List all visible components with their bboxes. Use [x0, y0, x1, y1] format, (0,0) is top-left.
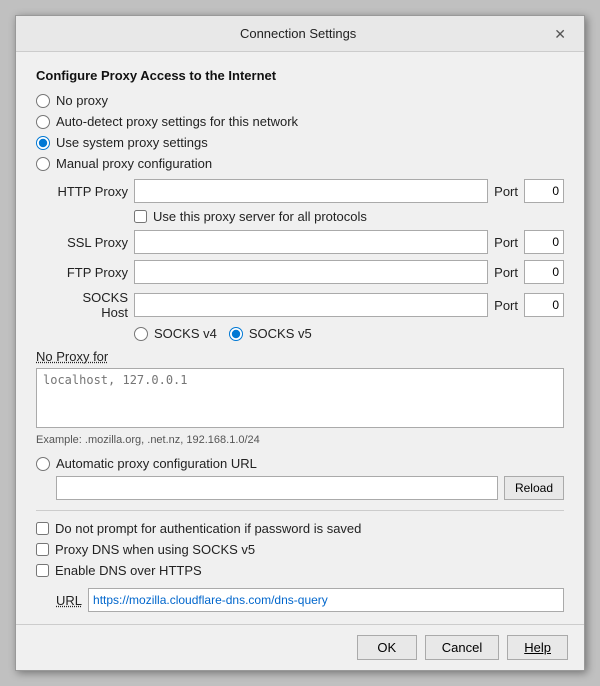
socks-host-input[interactable] — [134, 293, 488, 317]
socks-v4-option[interactable]: SOCKS v4 — [134, 326, 217, 341]
ftp-proxy-label: FTP Proxy — [56, 265, 128, 280]
ftp-port-input[interactable] — [524, 260, 564, 284]
proxy-dns-row: Proxy DNS when using SOCKS v5 — [36, 542, 564, 557]
auto-proxy-url-input[interactable] — [56, 476, 498, 500]
example-text: Example: .mozilla.org, .net.nz, 192.168.… — [36, 434, 564, 446]
socks-v5-radio[interactable] — [229, 327, 243, 341]
http-proxy-input[interactable] — [134, 179, 488, 203]
enable-https-label: Enable DNS over HTTPS — [55, 563, 202, 578]
ssl-port-label: Port — [494, 235, 518, 250]
url-input[interactable] — [88, 588, 564, 612]
proxy-dns-label: Proxy DNS when using SOCKS v5 — [55, 542, 255, 557]
dialog-title: Connection Settings — [48, 26, 548, 41]
socks-v5-label: SOCKS v5 — [249, 326, 312, 341]
url-label: URL — [56, 593, 82, 608]
no-auth-checkbox[interactable] — [36, 522, 49, 535]
same-proxy-row: Use this proxy server for all protocols — [134, 209, 564, 224]
no-proxy-label: No Proxy for — [36, 349, 564, 364]
auto-proxy-label: Automatic proxy configuration URL — [56, 456, 257, 471]
socks-host-label: SOCKS Host — [56, 290, 128, 320]
reload-button[interactable]: Reload — [504, 476, 564, 500]
radio-auto-detect-label: Auto-detect proxy settings for this netw… — [56, 114, 298, 129]
http-port-label: Port — [494, 184, 518, 199]
proxy-dns-checkbox[interactable] — [36, 543, 49, 556]
no-proxy-section: No Proxy for Example: .mozilla.org, .net… — [36, 349, 564, 446]
ftp-proxy-input[interactable] — [134, 260, 488, 284]
dialog-body: Configure Proxy Access to the Internet N… — [16, 52, 584, 624]
radio-no-proxy-input[interactable] — [36, 94, 50, 108]
radio-manual-proxy-label: Manual proxy configuration — [56, 156, 212, 171]
ftp-proxy-row: FTP Proxy Port — [56, 260, 564, 284]
http-proxy-row: HTTP Proxy Port — [56, 179, 564, 203]
socks-port-label: Port — [494, 298, 518, 313]
radio-auto-detect-input[interactable] — [36, 115, 50, 129]
same-proxy-label: Use this proxy server for all protocols — [153, 209, 367, 224]
cancel-button[interactable]: Cancel — [425, 635, 499, 660]
url-row: URL — [56, 588, 564, 612]
radio-auto-detect[interactable]: Auto-detect proxy settings for this netw… — [36, 114, 564, 129]
socks-v4-radio[interactable] — [134, 327, 148, 341]
no-proxy-textarea[interactable] — [36, 368, 564, 428]
radio-no-proxy[interactable]: No proxy — [36, 93, 564, 108]
radio-system-proxy[interactable]: Use system proxy settings — [36, 135, 564, 150]
socks-host-row: SOCKS Host Port — [56, 290, 564, 320]
bottom-checkboxes: Do not prompt for authentication if pass… — [36, 521, 564, 578]
connection-settings-dialog: Connection Settings ✕ Configure Proxy Ac… — [15, 15, 585, 671]
enable-https-row: Enable DNS over HTTPS — [36, 563, 564, 578]
auto-proxy-radio[interactable] — [36, 457, 50, 471]
http-port-input[interactable] — [524, 179, 564, 203]
ssl-proxy-input[interactable] — [134, 230, 488, 254]
socks-v5-option[interactable]: SOCKS v5 — [229, 326, 312, 341]
socks-version-row: SOCKS v4 SOCKS v5 — [134, 326, 564, 341]
proxy-radio-group: No proxy Auto-detect proxy settings for … — [36, 93, 564, 171]
radio-no-proxy-label: No proxy — [56, 93, 108, 108]
ssl-port-input[interactable] — [524, 230, 564, 254]
ok-button[interactable]: OK — [357, 635, 417, 660]
close-button[interactable]: ✕ — [548, 25, 572, 43]
help-button[interactable]: Help — [507, 635, 568, 660]
title-bar: Connection Settings ✕ — [16, 16, 584, 52]
ftp-port-label: Port — [494, 265, 518, 280]
ssl-proxy-row: SSL Proxy Port — [56, 230, 564, 254]
no-auth-prompt-row: Do not prompt for authentication if pass… — [36, 521, 564, 536]
no-auth-label: Do not prompt for authentication if pass… — [55, 521, 361, 536]
socks-v4-label: SOCKS v4 — [154, 326, 217, 341]
http-proxy-label: HTTP Proxy — [56, 184, 128, 199]
auto-proxy-section: Automatic proxy configuration URL Reload — [36, 456, 564, 500]
divider-1 — [36, 510, 564, 511]
ssl-proxy-label: SSL Proxy — [56, 235, 128, 250]
radio-manual-proxy[interactable]: Manual proxy configuration — [36, 156, 564, 171]
auto-proxy-radio-label[interactable]: Automatic proxy configuration URL — [36, 456, 564, 471]
radio-manual-proxy-input[interactable] — [36, 157, 50, 171]
enable-https-checkbox[interactable] — [36, 564, 49, 577]
socks-port-input[interactable] — [524, 293, 564, 317]
dialog-footer: OK Cancel Help — [16, 624, 584, 670]
section-heading: Configure Proxy Access to the Internet — [36, 68, 564, 83]
radio-system-proxy-label: Use system proxy settings — [56, 135, 208, 150]
radio-system-proxy-input[interactable] — [36, 136, 50, 150]
same-proxy-checkbox[interactable] — [134, 210, 147, 223]
manual-proxy-fields: HTTP Proxy Port Use this proxy server fo… — [56, 179, 564, 341]
